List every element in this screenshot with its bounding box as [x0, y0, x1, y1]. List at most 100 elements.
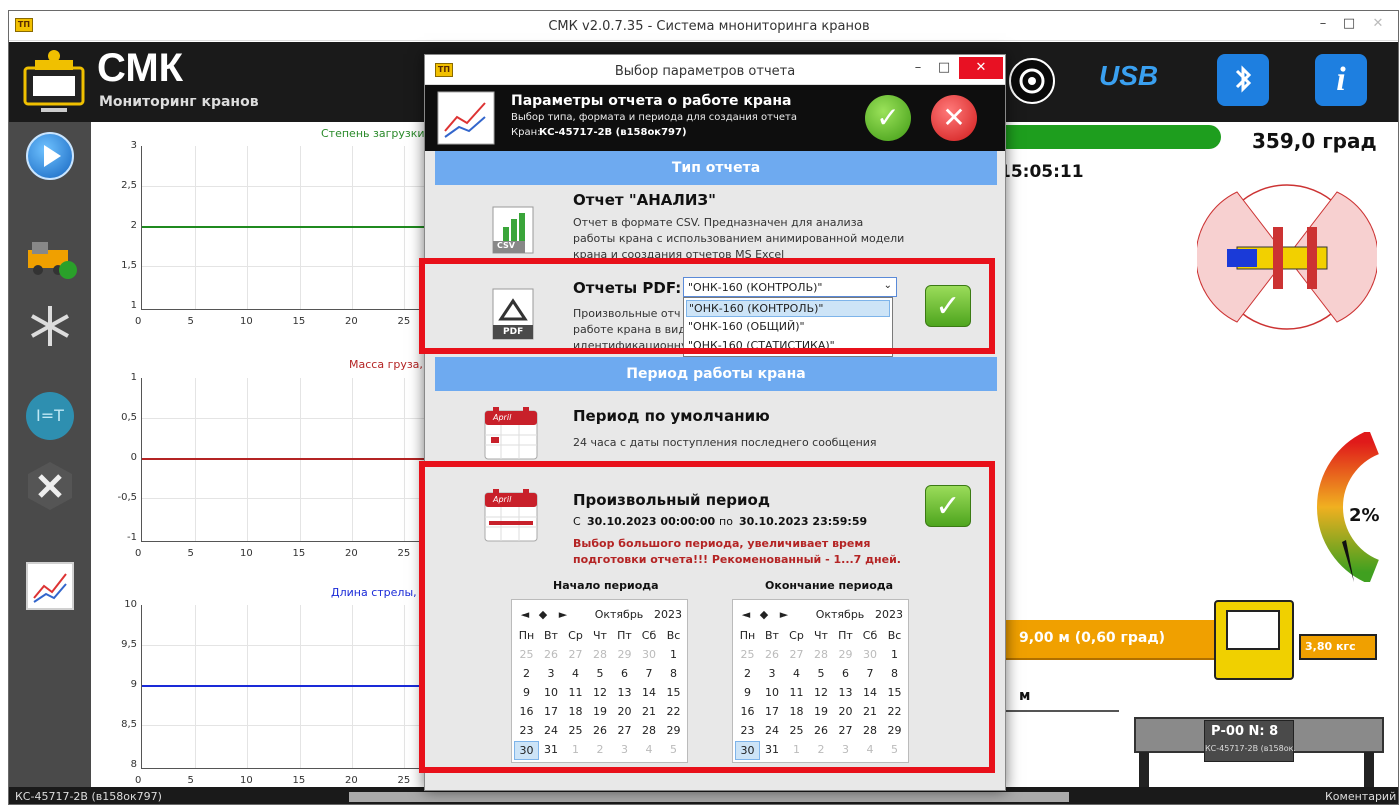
x-tick-label: 15: [292, 548, 306, 559]
close-button[interactable]: ✕: [1363, 13, 1393, 35]
title-bar: ТП СМК v2.0.7.35 - Система мнониторинга …: [9, 11, 1398, 41]
y-tick-label: 0,5: [121, 412, 137, 423]
chart-title: Масса груза, С: [349, 358, 435, 371]
dialog-minimize-button[interactable]: –: [905, 57, 931, 79]
wrench-icon: [28, 462, 72, 510]
divider: [999, 710, 1119, 712]
chart-title: Степень загрузки: [321, 127, 425, 140]
y-tick-label: -0,5: [117, 492, 137, 503]
type-section-header: Тип отчета: [435, 151, 997, 185]
highlight-frame-pdf: [419, 258, 995, 354]
y-tick-label: 2,5: [121, 180, 137, 191]
ift-icon: I=T: [36, 406, 64, 425]
x-tick-label: 5: [187, 316, 194, 327]
dialog-title-bar: ТП Выбор параметров отчета – □ ✕: [425, 55, 1005, 85]
ok-button[interactable]: ✓: [865, 95, 911, 141]
settings-button[interactable]: [26, 460, 74, 510]
dialog-close-button[interactable]: ✕: [959, 57, 1003, 79]
ift-button[interactable]: I=T: [26, 392, 74, 440]
status-crane: КС-45717-2В (в158ок797): [15, 790, 162, 803]
x-tick-label: 15: [292, 775, 306, 786]
y-tick-label: 9,5: [121, 639, 137, 650]
plate-label: Р-00 N: 8: [1211, 724, 1279, 739]
crane-truck-icon: [28, 242, 77, 279]
y-tick-label: -1: [127, 532, 137, 543]
y-tick-label: 8,5: [121, 719, 137, 730]
time-value: 15:05:11: [999, 162, 1084, 182]
dialog-header-crane: КС-45717-2В (в158ок797): [539, 127, 687, 138]
snowflake-icon: [31, 306, 69, 346]
right-panel: 359,0 град 15:05:11 2% 9,00 м (0,60 град…: [999, 122, 1398, 790]
crane-rotation-icon: [1197, 184, 1377, 330]
left-sidebar: I=T: [9, 122, 91, 787]
chart-plot-mass: [141, 378, 432, 542]
highlight-frame-period: [419, 461, 995, 773]
y-tick-label: 8: [130, 759, 137, 770]
status-comment: Коментарий: [1325, 790, 1397, 803]
y-tick-label: 1: [130, 300, 137, 311]
y-tick-label: 9: [130, 679, 137, 690]
boom-value: 9,00 м (0,60 град): [1019, 630, 1166, 646]
april-label: April: [493, 413, 512, 422]
progress-bar: [999, 125, 1221, 149]
series-line-mass: [142, 458, 432, 460]
status-progress: [349, 792, 1069, 802]
x-tick-label: 0: [135, 316, 142, 327]
x-tick-label: 5: [187, 775, 194, 786]
x-tick-label: 10: [240, 775, 253, 786]
target-icon: [1019, 68, 1045, 94]
report-chart-icon: [33, 573, 67, 603]
dialog-header-crane-label: Кран:: [511, 127, 541, 138]
brand-subtitle: Мониторинг кранов: [99, 94, 259, 110]
play-button[interactable]: [26, 132, 74, 180]
dialog-logo-icon: ТП: [435, 63, 453, 77]
app-logo-icon: ТП: [15, 18, 33, 32]
unit-m: м: [1019, 688, 1031, 704]
target-button[interactable]: [1009, 58, 1055, 104]
x-tick-label: 25: [397, 316, 411, 327]
series-line-load: [142, 226, 432, 228]
series-line-boom: [142, 685, 432, 687]
cancel-button[interactable]: ✕: [931, 95, 977, 141]
dialog-header: Параметры отчета о работе крана Выбор ти…: [425, 85, 1005, 151]
report-button[interactable]: [26, 562, 74, 610]
chart-plot-boom: [141, 605, 432, 769]
crane-cab: [1214, 600, 1294, 680]
dialog-header-sub: Выбор типа, формата и периода для создан…: [511, 112, 797, 123]
crane-stats-button[interactable]: [26, 232, 77, 280]
gauge-percent: 2%: [1349, 505, 1380, 526]
x-tick-label: 10: [240, 548, 253, 559]
report-chart-icon: [437, 91, 495, 145]
dialog-title: Выбор параметров отчета: [614, 64, 796, 79]
analysis-desc-1: Отчет в формате CSV. Предназначен для ан…: [573, 216, 864, 229]
play-icon: [44, 145, 61, 167]
dialog-maximize-button[interactable]: □: [931, 57, 957, 79]
analysis-desc-2: работы крана с использованием анимирован…: [573, 232, 905, 245]
charts-area: Степень загрузки Масса груза, С Длина ст…: [91, 122, 434, 787]
x-tick-label: 20: [345, 548, 358, 559]
x-tick-label: 25: [397, 548, 411, 559]
csv-file-icon: CSV: [485, 203, 541, 255]
bluetooth-icon: [1235, 65, 1252, 93]
minimize-button[interactable]: –: [1309, 13, 1337, 35]
usb-button[interactable]: USB: [1099, 60, 1171, 102]
y-tick-label: 0: [130, 452, 137, 463]
info-button[interactable]: i: [1315, 54, 1367, 106]
x-tick-label: 5: [187, 548, 194, 559]
csv-label: CSV: [497, 241, 515, 250]
maximize-button[interactable]: □: [1335, 13, 1363, 35]
default-period-option[interactable]: April Период по умолчанию 24 часа с даты…: [435, 391, 997, 471]
crane-operator-logo-icon: [23, 50, 85, 112]
brand-logo-text: СМК: [97, 46, 184, 90]
angle-value: 359,0 град: [1252, 129, 1377, 153]
x-tick-label: 20: [345, 316, 358, 327]
snowflake-button[interactable]: [26, 302, 74, 350]
y-tick-label: 1: [130, 372, 137, 383]
y-tick-label: 1,5: [121, 260, 137, 271]
bluetooth-button[interactable]: [1217, 54, 1269, 106]
x-tick-label: 25: [397, 775, 411, 786]
y-tick-label: 3: [130, 140, 137, 151]
x-tick-label: 0: [135, 775, 142, 786]
x-tick-label: 10: [240, 316, 253, 327]
load-value: 3,80 кгс: [1305, 640, 1356, 653]
